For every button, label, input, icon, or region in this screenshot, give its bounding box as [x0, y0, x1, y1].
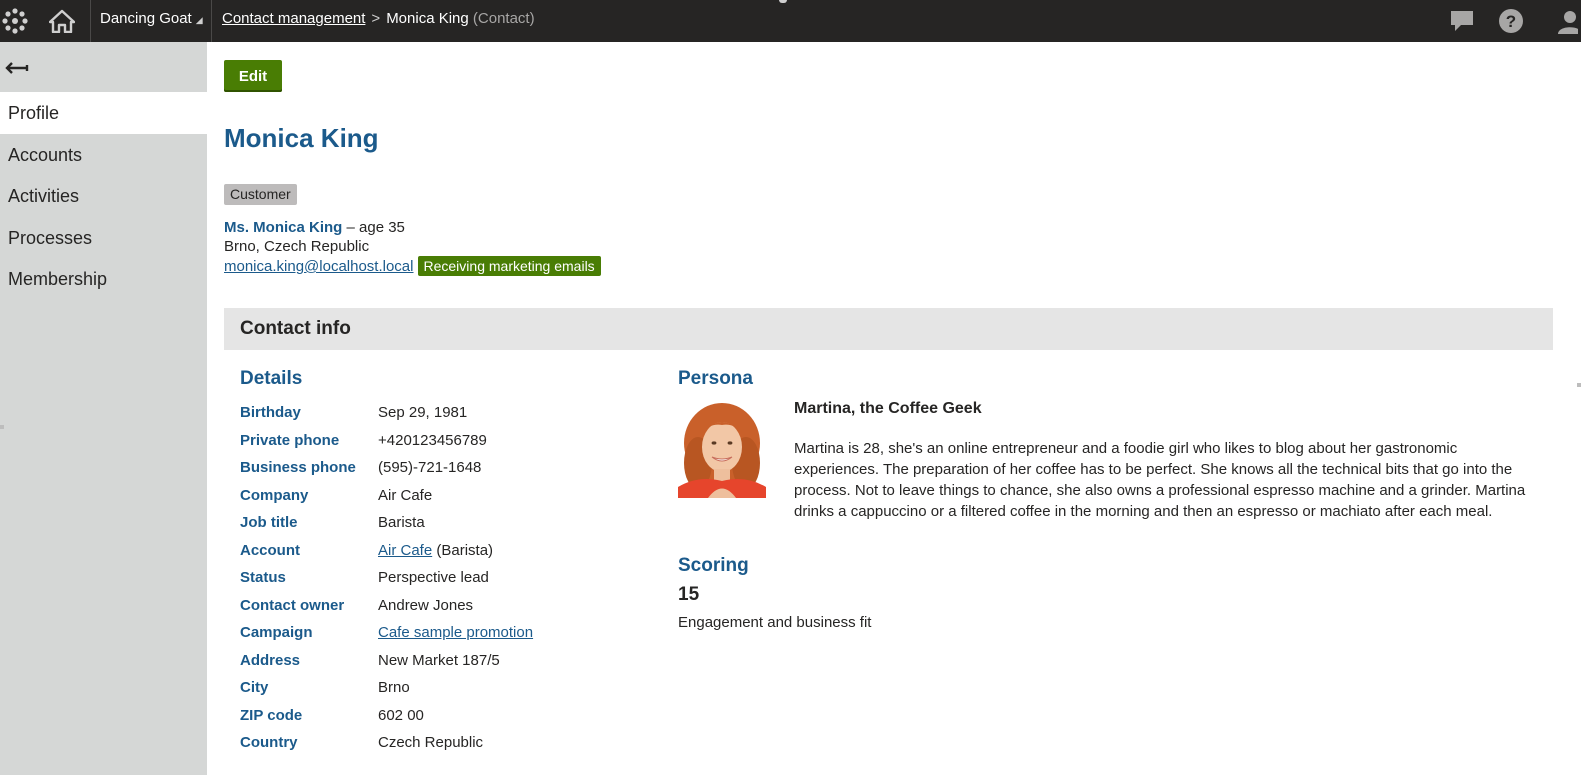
- detail-value: Air Cafe: [378, 486, 433, 504]
- score-value: 15: [678, 584, 700, 605]
- top-bar: Dancing Goat ◢ Contact management > Monica …: [0, 0, 1581, 42]
- marketing-status-badge: Receiving marketing emails: [417, 256, 601, 276]
- detail-label: ZIP code: [240, 706, 303, 724]
- top-indicator: [779, 0, 787, 3]
- detail-value: New Market 187/5: [378, 651, 500, 669]
- sidebar-item-activities[interactable]: Activities: [0, 175, 207, 217]
- breadcrumb-type: (Contact): [472, 10, 535, 27]
- contact-location: Brno, Czech Republic: [224, 238, 370, 255]
- splitter-handle[interactable]: [0, 425, 4, 429]
- detail-label: Status: [240, 569, 286, 586]
- breadcrumb-separator: >: [371, 10, 381, 27]
- divider: [211, 0, 212, 42]
- caret-down-icon: ◢: [195, 15, 203, 25]
- sidebar-item-profile[interactable]: Profile: [0, 92, 207, 134]
- detail-row-job-title: Job title Barista: [240, 509, 660, 537]
- detail-value: Barista: [378, 514, 425, 531]
- persona-description: Martina is 28, she's an online entrepren…: [794, 440, 1526, 520]
- detail-label: Contact owner: [240, 596, 345, 614]
- user-icon[interactable]: [1548, 0, 1581, 42]
- detail-value: (595)-721-1648: [378, 459, 482, 476]
- detail-label: Birthday: [240, 404, 301, 421]
- detail-value: Cafe sample promotion: [378, 619, 533, 647]
- detail-value: Air Cafe (Barista): [378, 537, 493, 565]
- detail-row-contact-owner: Contact owner Andrew Jones: [240, 592, 660, 620]
- detail-row-address: Address New Market 187/5: [240, 647, 660, 675]
- home-icon[interactable]: [44, 0, 80, 42]
- detail-label: Private phone: [240, 431, 340, 449]
- svg-text:?: ?: [1506, 12, 1516, 31]
- contact-summary: Ms. Monica King – age 35 Brno, Czech Rep…: [224, 218, 601, 276]
- detail-row-private-phone: Private phone +420123456789: [240, 427, 660, 455]
- detail-row-birthday: Birthday Sep 29, 1981: [240, 399, 660, 427]
- persona-panel: Persona Martina, the Coffee Geek Martina…: [678, 365, 1548, 520]
- detail-row-company: Company Air Cafe: [240, 482, 660, 510]
- account-role: (Barista): [432, 541, 494, 559]
- sidebar-item-accounts[interactable]: Accounts: [0, 134, 207, 176]
- details-panel: Details Birthday Sep 29, 1981 Private pho…: [240, 365, 660, 757]
- contact-age: – age 35: [342, 219, 405, 236]
- detail-row-account: Account Air Cafe (Barista): [240, 537, 660, 565]
- email-link[interactable]: monica.king@localhost.local: [224, 258, 414, 275]
- score-label: Engagement and business fit: [678, 614, 872, 631]
- edit-button[interactable]: Edit: [224, 60, 282, 92]
- sidebar-item-membership[interactable]: Membership: [0, 258, 207, 300]
- divider: [90, 0, 91, 42]
- detail-row-zip-code: ZIP code 602 00: [240, 702, 660, 730]
- page-title: Monica King: [224, 123, 379, 153]
- detail-value: Czech Republic: [378, 734, 484, 751]
- detail-label: Account: [240, 541, 300, 559]
- detail-value: Andrew Jones: [378, 596, 474, 614]
- back-arrow-icon[interactable]: [4, 56, 30, 80]
- detail-label: Company: [240, 486, 309, 504]
- kentico-logo-icon[interactable]: [0, 0, 30, 42]
- section-contact-info: Contact info: [224, 308, 1553, 350]
- detail-value: Brno: [378, 679, 410, 696]
- section-title: Contact info: [240, 318, 351, 339]
- sidebar: Profile Accounts Activities Processes Me…: [0, 42, 207, 775]
- detail-value: 602 00: [378, 706, 424, 724]
- detail-row-campaign: Campaign Cafe sample promotion: [240, 619, 660, 647]
- contact-full-name: Ms. Monica King: [224, 219, 343, 236]
- detail-label: Business phone: [240, 459, 356, 476]
- contact-tag: Customer: [224, 184, 297, 205]
- details-heading: Details: [240, 368, 303, 389]
- detail-label: Address: [240, 651, 301, 669]
- campaign-link[interactable]: Cafe sample promotion: [378, 624, 533, 641]
- detail-row-business-phone: Business phone (595)-721-1648: [240, 454, 660, 482]
- help-icon[interactable]: ?: [1495, 0, 1527, 42]
- persona-heading: Persona: [678, 368, 753, 389]
- sidebar-nav: Profile Accounts Activities Processes Me…: [0, 92, 207, 300]
- sidebar-item-processes[interactable]: Processes: [0, 217, 207, 259]
- breadcrumb-contact-management[interactable]: Contact management: [222, 10, 365, 27]
- site-selector[interactable]: Dancing Goat ◢: [100, 0, 203, 42]
- detail-label: Job title: [240, 514, 298, 531]
- detail-value: +420123456789: [378, 431, 487, 449]
- breadcrumb-current: Monica King: [386, 10, 469, 27]
- site-name: Dancing Goat: [100, 10, 192, 27]
- scoring-heading: Scoring: [678, 555, 749, 576]
- detail-value: Perspective lead: [378, 569, 489, 586]
- persona-name: Martina, the Coffee Geek: [794, 400, 982, 417]
- account-link[interactable]: Air Cafe: [378, 542, 432, 559]
- detail-row-country: Country Czech Republic: [240, 729, 660, 757]
- detail-value: Sep 29, 1981: [378, 404, 468, 421]
- chat-icon[interactable]: [1446, 0, 1478, 42]
- detail-label: Campaign: [240, 624, 313, 641]
- scoring-panel: Scoring 15 Engagement and business fit: [678, 552, 1078, 631]
- breadcrumb: Contact management > Monica King (Contact): [222, 0, 535, 42]
- detail-label: City: [240, 679, 269, 696]
- detail-row-city: City Brno: [240, 674, 660, 702]
- detail-row-status: Status Perspective lead: [240, 564, 660, 592]
- detail-label: Country: [240, 734, 298, 751]
- main-content: Edit Monica King Customer Ms. Monica Kin…: [207, 42, 1581, 775]
- persona-photo: [678, 403, 766, 498]
